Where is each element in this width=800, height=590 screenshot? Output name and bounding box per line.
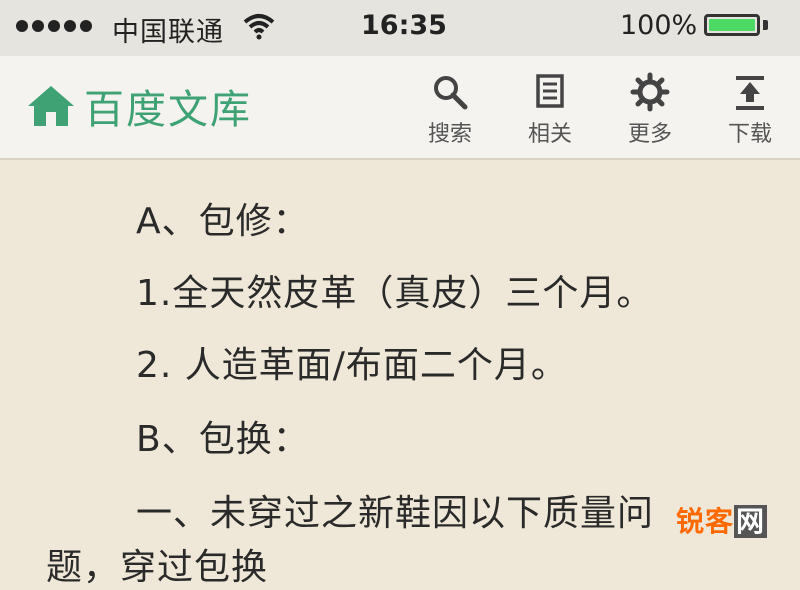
search-button[interactable]: 搜索 xyxy=(410,72,490,152)
signal-strength-icon xyxy=(16,20,92,32)
related-label: 相关 xyxy=(527,122,572,147)
nav-bar: 百度文库 搜索 相关 更多 下载 xyxy=(0,56,800,160)
more-button[interactable]: 更多 xyxy=(610,72,690,152)
search-icon xyxy=(434,76,468,110)
document-line: 一、未穿过之新鞋因以下质量问 xyxy=(136,493,655,534)
document-content: A、包修： 1.全天然皮革（真皮）三个月。 2. 人造革面/布面二个月。 B、包… xyxy=(0,160,800,588)
download-button[interactable]: 下载 xyxy=(710,72,790,152)
document-line: 1.全天然皮革（真皮）三个月。 xyxy=(136,273,654,314)
document-line: 2. 人造革面/布面二个月。 xyxy=(136,345,568,386)
carrier-name: 中国联通 xyxy=(112,17,224,48)
related-icon xyxy=(536,74,564,108)
document-line: 题，穿过包换 xyxy=(46,547,269,588)
brand-name: 百度文库 xyxy=(84,87,252,133)
battery-tip xyxy=(763,20,768,30)
battery-icon xyxy=(704,14,760,36)
home-icon xyxy=(28,86,74,126)
document-line: B、包换： xyxy=(136,419,310,460)
home-brand-link[interactable]: 百度文库 xyxy=(24,78,252,134)
watermark-logo: 锐客网 xyxy=(676,500,768,540)
wifi-icon xyxy=(243,14,275,40)
watermark-prefix: 锐客 xyxy=(676,505,735,538)
related-button[interactable]: 相关 xyxy=(510,72,590,152)
search-label: 搜索 xyxy=(427,122,472,147)
clock: 16:35 xyxy=(361,10,447,41)
watermark-suffix: 网 xyxy=(734,505,768,538)
gear-icon xyxy=(630,72,670,112)
document-line: A、包修： xyxy=(136,201,310,242)
download-icon xyxy=(736,76,764,110)
more-label: 更多 xyxy=(627,122,672,147)
download-label: 下载 xyxy=(727,122,772,147)
status-bar: 中国联通 16:35 100% xyxy=(0,0,800,56)
battery-percentage: 100% xyxy=(620,10,698,41)
